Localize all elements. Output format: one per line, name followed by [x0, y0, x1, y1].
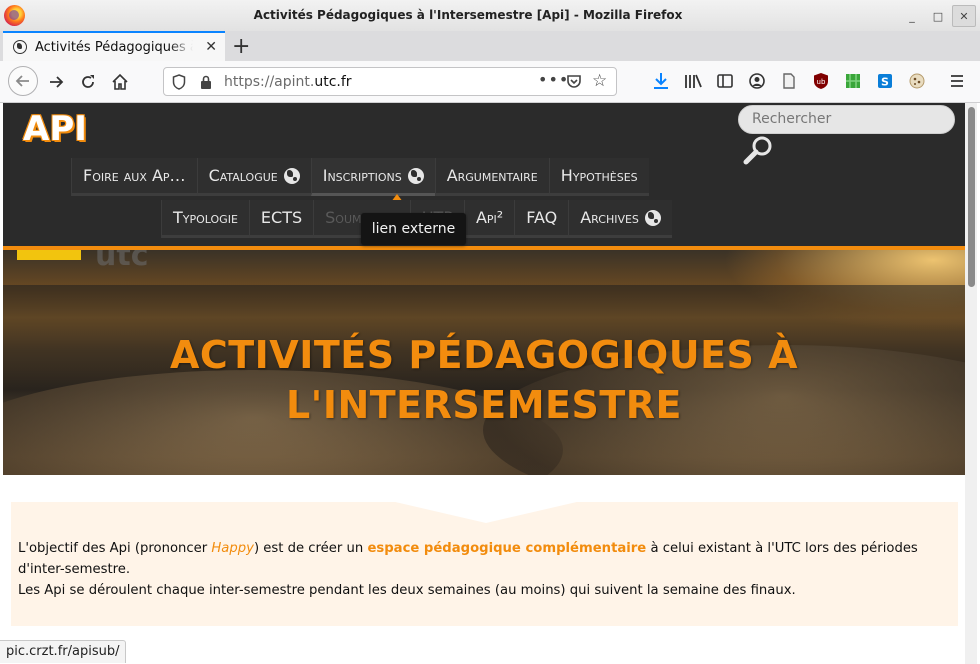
menu-item-archives[interactable]: Archives — [568, 200, 672, 238]
url-prefix: https://apint. — [224, 74, 315, 90]
downloads-button[interactable] — [650, 70, 672, 92]
tracking-shield-icon[interactable] — [172, 74, 186, 90]
hero-title: ACTIVITÉS PÉDAGOGIQUES À L'INTERSEMESTRE — [3, 330, 965, 430]
navigation-toolbar: https://apint.utc.fr ••• ☆ ub S — [0, 61, 980, 103]
globe-icon — [644, 209, 661, 226]
site-logo[interactable]: API — [23, 109, 87, 149]
svg-text:S: S — [881, 76, 889, 89]
close-window-button[interactable]: ✕ — [952, 5, 976, 27]
menu-item-label: Api² — [475, 208, 504, 227]
menu-item-label: ECTS — [260, 208, 303, 227]
search-icon[interactable] — [742, 135, 776, 165]
menu-item-label: Foire aux Ap… — [83, 166, 186, 185]
pocket-icon[interactable] — [566, 73, 582, 89]
site-header: API Rechercher Foire aux Ap… Catalogue I… — [3, 103, 965, 250]
scrollbar-thumb[interactable] — [968, 107, 975, 287]
menu-item-label: Typologie — [173, 208, 238, 227]
window-title: Activités Pédagogiques à l'Intersemestre… — [253, 8, 683, 22]
download-icon — [654, 73, 668, 89]
search-input[interactable]: Rechercher — [738, 105, 955, 134]
tab-strip: Activités Pédagogiques à l'Intersemestre… — [0, 31, 980, 61]
intro-text: ) est de créer un — [253, 541, 368, 556]
menu-button[interactable] — [946, 70, 968, 92]
intro-text: L'objectif des Api (prononcer — [18, 541, 212, 556]
globe-icon — [13, 40, 27, 54]
menu-item-hypotheses[interactable]: Hypothèses — [548, 158, 649, 196]
intro-happy: Happy — [211, 541, 254, 556]
intro-highlight: espace pédagogique complémentaire — [367, 541, 647, 556]
menu-item-ects[interactable]: ECTS — [248, 200, 314, 238]
lock-icon[interactable] — [199, 74, 213, 90]
intro-paragraph-2: Les Api se déroulent chaque inter-semest… — [18, 583, 796, 598]
menu-item-label: Catalogue — [208, 166, 278, 185]
globe-icon — [407, 167, 424, 184]
bookmark-star-icon[interactable]: ☆ — [592, 71, 607, 91]
hero-title-line-2: L'INTERSEMESTRE — [285, 383, 683, 427]
home-button[interactable] — [108, 70, 132, 94]
page-viewport: API Rechercher Foire aux Ap… Catalogue I… — [3, 103, 965, 664]
extension-green-button[interactable] — [842, 70, 864, 92]
menu-item-label: FAQ — [526, 208, 558, 227]
skype-button[interactable]: S — [874, 70, 896, 92]
back-button[interactable] — [8, 66, 38, 96]
hero-title-line-1: ACTIVITÉS PÉDAGOGIQUES À — [169, 333, 799, 377]
url-bar[interactable]: https://apint.utc.fr ••• ☆ — [163, 67, 617, 96]
new-tab-button[interactable]: + — [232, 34, 250, 59]
extension-green-icon — [846, 74, 860, 88]
sidebar-button[interactable] — [714, 70, 736, 92]
home-icon — [112, 73, 128, 90]
extension-cookie-button[interactable] — [906, 70, 928, 92]
page-actions-button[interactable]: ••• — [538, 70, 569, 89]
account-button[interactable] — [746, 70, 768, 92]
menu-item-argumentaire[interactable]: Argumentaire — [434, 158, 549, 196]
cookie-icon — [909, 73, 925, 89]
reload-icon — [82, 75, 94, 88]
menu-item-catalogue[interactable]: Catalogue — [196, 158, 311, 196]
sidebar-icon — [717, 74, 733, 88]
tab-title: Activités Pédagogiques à l'Intersemestre… — [35, 39, 193, 55]
svg-text:ub: ub — [817, 78, 826, 86]
library-icon — [685, 74, 702, 88]
status-link-url: pic.crzt.fr/apisub/ — [0, 640, 127, 663]
library-button[interactable] — [682, 70, 704, 92]
tab-close-button[interactable]: ✕ — [205, 39, 217, 55]
utc-logo-bar — [17, 250, 81, 260]
menu-item-label: Inscriptions — [322, 166, 402, 185]
reader-button[interactable] — [778, 70, 800, 92]
menu-item-typologie[interactable]: Typologie — [161, 200, 249, 238]
minimize-button[interactable]: _ — [900, 5, 924, 27]
hamburger-icon — [951, 75, 963, 87]
ublock-button[interactable]: ub — [810, 70, 832, 92]
menu-item-faq[interactable]: FAQ — [514, 200, 569, 238]
menu-item-inscriptions[interactable]: Inscriptions — [310, 158, 435, 196]
page-scrollbar[interactable] — [965, 103, 977, 664]
page-icon — [783, 73, 795, 89]
reload-button[interactable] — [76, 70, 100, 94]
menu-item-label: Argumentaire — [446, 166, 538, 185]
menu-item-api2[interactable]: Api² — [463, 200, 515, 238]
arrow-left-icon — [15, 75, 29, 87]
window-controls: _ □ ✕ — [900, 0, 980, 31]
hero-banner: utc ACTIVITÉS PÉDAGOGIQUES À L'INTERSEME… — [3, 250, 965, 475]
skype-icon: S — [878, 74, 892, 89]
menu-item-label: Hypothèses — [560, 166, 638, 185]
account-icon — [749, 73, 765, 89]
menu-item-foire-aux-api[interactable]: Foire aux Ap… — [71, 158, 197, 196]
tab-active[interactable]: Activités Pédagogiques à l'Intersemestre… — [3, 31, 225, 61]
intro-notch — [391, 501, 581, 523]
maximize-button[interactable]: □ — [926, 5, 950, 27]
main-menu-row-1: Foire aux Ap… Catalogue Inscriptions Arg… — [71, 158, 649, 198]
forward-button[interactable] — [44, 70, 68, 94]
external-link-tooltip: lien externe — [361, 213, 466, 245]
intro-paragraph-1: L'objectif des Api (prononcer Happy) est… — [18, 538, 949, 580]
url-domain: utc.fr — [314, 74, 352, 90]
menu-item-label: Archives — [580, 208, 639, 227]
url-text: https://apint.utc.fr — [224, 74, 352, 90]
utc-logo-text: utc — [95, 250, 149, 273]
ublock-icon: ub — [814, 73, 828, 89]
globe-icon — [283, 167, 300, 184]
window-titlebar: Activités Pédagogiques à l'Intersemestre… — [0, 0, 980, 32]
arrow-right-icon — [50, 76, 64, 88]
